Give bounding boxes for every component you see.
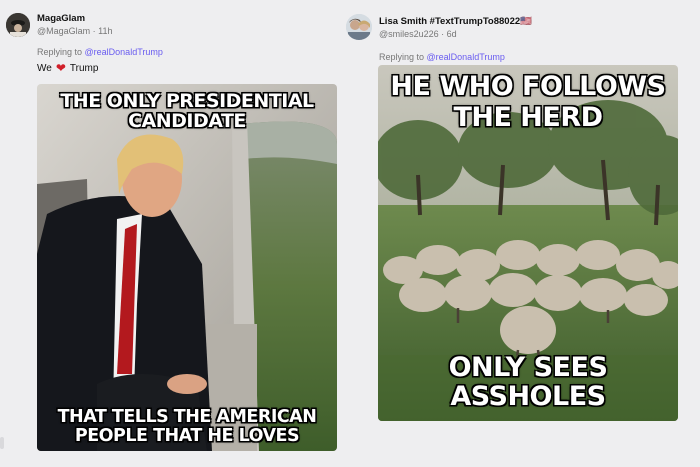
meme-top-line-1: He who follows [390, 71, 666, 102]
reply-mention-link[interactable]: @realDonaldTrump [427, 52, 505, 62]
heart-icon: ❤ [55, 61, 66, 75]
author-name[interactable]: Lisa Smith #TextTrumpTo88022🇺🇸 [379, 16, 532, 27]
post-text-before: We [37, 62, 52, 74]
meme-bottom-line-1: That tells the American [57, 407, 317, 428]
scroll-indicator [0, 437, 4, 449]
meme-top-caption: The only presidential candidate [37, 90, 337, 132]
meme-bottom-caption: Only sees assholes [448, 352, 608, 412]
meme-image[interactable]: He who follows the herd Only sees asshole… [378, 65, 678, 421]
author-name[interactable]: MagaGlam [37, 13, 85, 24]
meme-top-caption: He who follows the herd [378, 71, 678, 133]
reply-line: Replying to @realDonaldTrump [37, 47, 163, 57]
meme-bottom-caption: That tells the American people that he lo… [37, 408, 337, 445]
meme-image[interactable]: The only presidential candidate That tell… [37, 84, 337, 451]
author-handle: @smiles2u226 · 6d [379, 29, 457, 39]
reply-line: Replying to @realDonaldTrump [379, 52, 505, 62]
author-handle: @MagaGlam · 11h [37, 26, 113, 36]
post-text-after: Trump [69, 62, 99, 74]
avatar[interactable] [6, 13, 30, 37]
meme-top-line-2: candidate [128, 109, 246, 132]
reply-mention-link[interactable]: @realDonaldTrump [85, 47, 163, 57]
meme-top-line-2: the herd [453, 102, 603, 134]
post-text: We ❤ Trump [37, 62, 98, 74]
reply-prefix: Replying to [37, 47, 85, 57]
meme-top-line-1: The only presidential [60, 90, 314, 112]
avatar[interactable] [346, 14, 372, 40]
meme-bottom-line-2: people that he loves [74, 425, 300, 446]
reply-prefix: Replying to [379, 52, 427, 62]
